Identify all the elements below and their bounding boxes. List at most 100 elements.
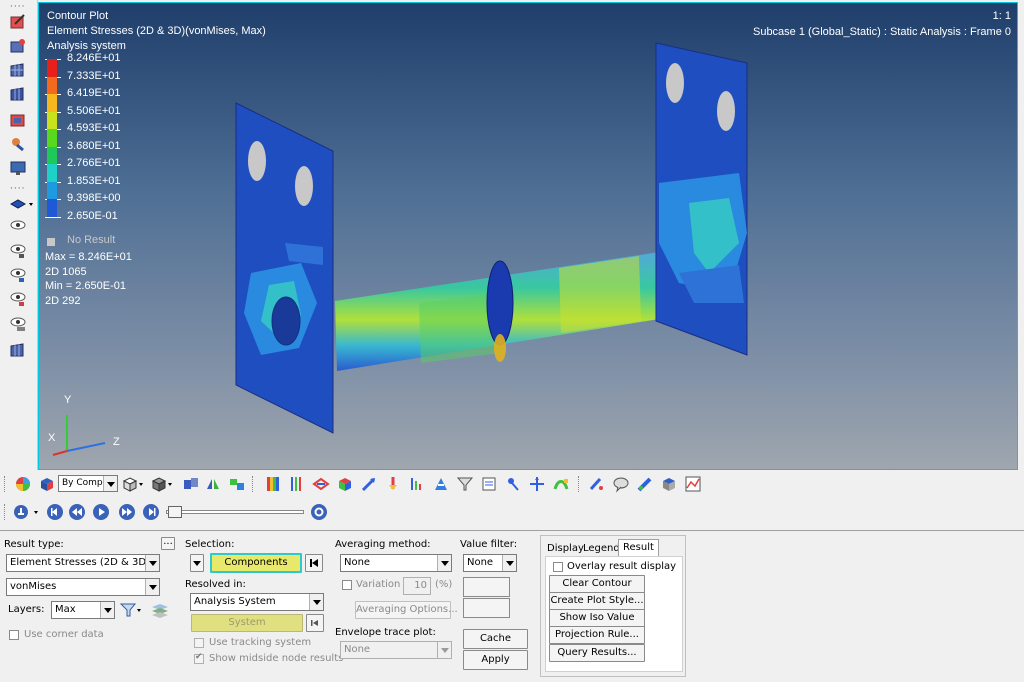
- visibility-icon[interactable]: [9, 218, 27, 234]
- envelope-trace-dropdown[interactable]: None: [340, 641, 452, 659]
- frame-slider[interactable]: [166, 506, 304, 518]
- layers-dropdown[interactable]: Max: [51, 601, 115, 619]
- reset-icon: [311, 620, 318, 626]
- variation-checkbox[interactable]: [342, 580, 352, 590]
- mirror-icon[interactable]: [204, 475, 222, 493]
- vector-icon[interactable]: [360, 475, 378, 493]
- use-corner-data-checkbox[interactable]: [9, 630, 19, 640]
- last-frame-icon[interactable]: [142, 503, 160, 521]
- mesh-2-icon[interactable]: [9, 86, 27, 102]
- layer-filter-icon[interactable]: [119, 601, 143, 619]
- create-plot-style-button[interactable]: Create Plot Style...: [549, 592, 645, 610]
- model-view: [52, 42, 748, 456]
- mesh-3-icon[interactable]: [9, 342, 27, 358]
- tab-display[interactable]: Display: [547, 543, 584, 557]
- tensor-icon[interactable]: [384, 475, 402, 493]
- resolved-in-label: Resolved in:: [185, 579, 246, 590]
- apply-button[interactable]: Apply: [463, 650, 528, 670]
- left-toolbar: ···· ····: [0, 0, 38, 470]
- first-frame-icon[interactable]: [46, 503, 64, 521]
- averaging-method-dropdown[interactable]: None: [340, 554, 452, 572]
- query-results-button[interactable]: Query Results...: [549, 644, 645, 662]
- animation-mode-icon[interactable]: [12, 503, 42, 521]
- toolbar-grip-3[interactable]: [4, 476, 6, 492]
- overlay-result-checkbox[interactable]: [553, 562, 563, 572]
- edit-icon[interactable]: [9, 14, 27, 30]
- monitor-icon[interactable]: [9, 160, 27, 176]
- filter-icon[interactable]: [456, 475, 474, 493]
- filter-min-input[interactable]: [463, 577, 510, 597]
- use-tracking-checkbox[interactable]: [194, 638, 204, 648]
- cache-button[interactable]: Cache: [463, 629, 528, 649]
- result-type-label: Result type:: [4, 539, 64, 550]
- graphics-viewport[interactable]: Contour Plot Element Stresses (2D & 3D)(…: [38, 2, 1018, 470]
- projection-rule-button[interactable]: Projection Rule...: [549, 626, 645, 644]
- visibility-3-icon[interactable]: [9, 267, 27, 283]
- toolbar-grip[interactable]: ····: [10, 3, 25, 12]
- tracking-icon[interactable]: [660, 475, 678, 493]
- color-mode-dropdown[interactable]: By Comp: [58, 475, 118, 492]
- selection-dropdown-button[interactable]: [190, 554, 204, 572]
- chart-icon[interactable]: [684, 475, 702, 493]
- transform-icon[interactable]: [432, 475, 450, 493]
- legend-icon[interactable]: [288, 475, 306, 493]
- notes-icon[interactable]: [480, 475, 498, 493]
- component-dropdown[interactable]: vonMises: [6, 578, 160, 596]
- play-icon[interactable]: [92, 503, 110, 521]
- mesh-edit-icon[interactable]: [9, 38, 27, 54]
- value-filter-dropdown[interactable]: None: [463, 554, 517, 572]
- query-icon[interactable]: [588, 475, 606, 493]
- comment-icon[interactable]: [612, 475, 630, 493]
- deformed-icon[interactable]: [312, 475, 330, 493]
- component-color-icon[interactable]: [38, 475, 56, 493]
- tile-icon[interactable]: [228, 475, 246, 493]
- clear-contour-button[interactable]: Clear Contour: [549, 575, 645, 593]
- probe-icon[interactable]: [504, 475, 522, 493]
- layers-value: Max: [55, 604, 76, 615]
- tab-legend[interactable]: Legend: [583, 543, 620, 557]
- result-type-dropdown[interactable]: Element Stresses (2D & 3D) (t): [6, 554, 160, 572]
- mesh-icon[interactable]: [9, 62, 27, 78]
- contour-mesh-icon[interactable]: [9, 112, 27, 128]
- toolbar-grip-2[interactable]: ····: [10, 185, 25, 194]
- next-frame-icon[interactable]: [118, 503, 136, 521]
- resolved-in-value: Analysis System: [194, 596, 276, 607]
- show-iso-value-button[interactable]: Show Iso Value: [549, 609, 645, 627]
- section-icon[interactable]: [552, 475, 570, 493]
- filter-max-input[interactable]: [463, 598, 510, 618]
- visibility-4-icon[interactable]: [9, 291, 27, 307]
- averaging-method-value: None: [344, 557, 371, 568]
- visibility-5-icon[interactable]: [9, 316, 27, 332]
- pick-icon[interactable]: [9, 136, 27, 152]
- contour-icon[interactable]: [264, 475, 282, 493]
- slider-thumb[interactable]: [168, 506, 182, 518]
- components-reset-button[interactable]: [305, 554, 323, 572]
- hotspot-icon[interactable]: [636, 475, 654, 493]
- variation-input[interactable]: 10: [403, 577, 431, 595]
- display-dropdown-icon[interactable]: [9, 196, 35, 212]
- system-reset-button[interactable]: [306, 614, 324, 632]
- tab-result[interactable]: Result: [618, 539, 659, 557]
- iso-icon[interactable]: [408, 475, 426, 493]
- previous-frame-icon[interactable]: [68, 503, 86, 521]
- toolbar-grip-4[interactable]: [4, 504, 6, 520]
- shaded-style-icon[interactable]: [150, 475, 174, 493]
- resolved-in-dropdown[interactable]: Analysis System: [190, 593, 324, 611]
- result-type-more-button[interactable]: ...: [161, 537, 175, 550]
- components-button[interactable]: Components: [210, 553, 302, 573]
- component-value: vonMises: [10, 581, 57, 592]
- measure-icon[interactable]: [528, 475, 546, 493]
- cube-icon[interactable]: [336, 475, 354, 493]
- visibility-2-icon[interactable]: [9, 243, 27, 259]
- animation-settings-icon[interactable]: [310, 503, 328, 521]
- app-window: ···· ···· Contour Plot Element Stresses …: [0, 0, 1024, 682]
- triad-z-label: Z: [113, 436, 120, 448]
- isolate-icon[interactable]: [182, 475, 200, 493]
- chevron-down-icon: [193, 561, 201, 566]
- layers-icon[interactable]: [150, 601, 170, 619]
- display-style-icon[interactable]: [121, 475, 145, 493]
- system-button[interactable]: System: [191, 614, 303, 632]
- color-wheel-icon[interactable]: [14, 475, 32, 493]
- averaging-options-button[interactable]: Averaging Options...: [355, 601, 458, 619]
- show-midside-checkbox[interactable]: [194, 652, 204, 664]
